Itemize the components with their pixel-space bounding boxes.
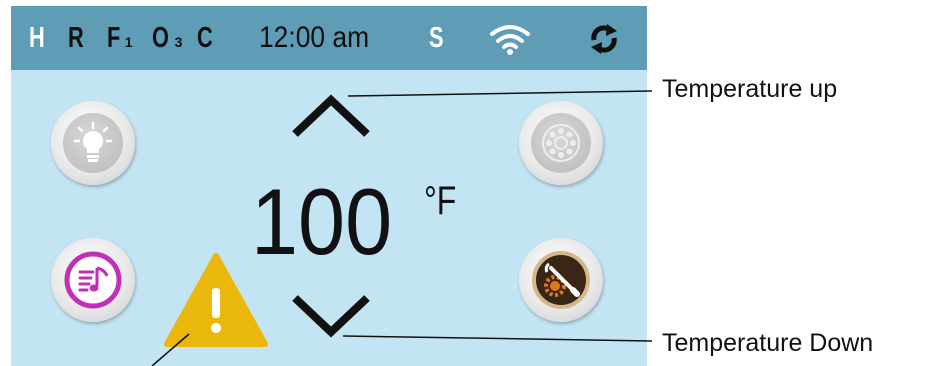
light-bulb-icon: [73, 121, 113, 162]
status-bar: H R F1 O3 C 12:00 am S: [11, 6, 647, 70]
jets-icon: [542, 124, 580, 162]
ozone-indicator: O3: [152, 21, 182, 55]
sensor-indicator: S: [429, 22, 444, 54]
wrench-gear-icon: [532, 251, 590, 309]
refresh-icon[interactable]: [586, 22, 622, 56]
ozone-letter: O: [152, 22, 169, 54]
temperature-up-callout: Temperature up: [662, 75, 838, 103]
jets-button[interactable]: [519, 101, 603, 185]
cleanup-indicator: C: [197, 22, 213, 54]
temperature-unit: °F: [424, 179, 457, 223]
temperature-down-arrow[interactable]: [289, 292, 373, 340]
clock[interactable]: 12:00 am: [259, 21, 369, 55]
light-button[interactable]: [51, 101, 135, 185]
temperature-down-callout: Temperature Down: [662, 329, 874, 357]
music-button[interactable]: [51, 238, 135, 322]
temperature-up-arrow[interactable]: [289, 92, 373, 140]
spa-control-panel: H R F1 O3 C 12:00 am S 100 °F: [11, 6, 647, 366]
temperature-value: 100: [251, 169, 393, 274]
warning-icon[interactable]: [163, 252, 269, 348]
settings-button[interactable]: [519, 238, 603, 322]
music-icon: [64, 251, 122, 309]
ready-indicator: R: [68, 22, 84, 54]
ozone-number: 3: [174, 34, 183, 50]
heater-indicator: H: [29, 22, 45, 54]
filter-letter: F: [107, 22, 121, 54]
filter-indicator: F1: [107, 21, 133, 55]
filter-number: 1: [124, 34, 133, 50]
wifi-icon[interactable]: [487, 22, 533, 56]
